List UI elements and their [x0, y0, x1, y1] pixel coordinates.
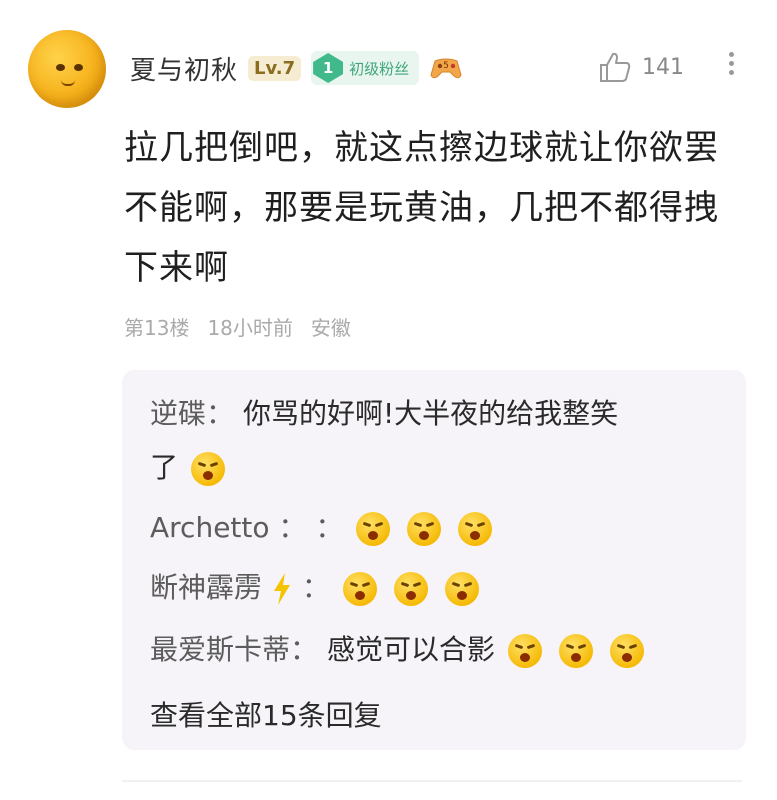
comment-location: 安徽 — [310, 316, 351, 340]
reply-text: 你骂的好啊!大半夜的给我整笑 — [242, 397, 619, 430]
floor-number: 第13楼 — [124, 316, 190, 340]
avatar[interactable] — [28, 30, 106, 108]
laughing-emoji-icon — [356, 512, 391, 546]
reply-text: 了 — [150, 451, 179, 484]
laughing-emoji-icon — [444, 572, 479, 606]
comment-text-line: 不能啊，那要是玩黄油，几把不都得拽 — [124, 188, 719, 228]
like-button[interactable]: 141 — [598, 50, 684, 84]
avatar-mouth — [61, 80, 75, 86]
thumbs-up-icon — [600, 52, 631, 82]
laughing-emoji-icon — [609, 634, 644, 668]
divider — [122, 780, 742, 782]
reply-colon: ： — [206, 397, 235, 430]
fan-gem-icon: 1 — [313, 53, 344, 83]
like-count: 141 — [642, 54, 684, 80]
laughing-emoji-icon — [407, 512, 442, 546]
reply-text: 感觉可以合影 — [326, 633, 495, 666]
reply-author[interactable]: Archetto — [150, 511, 270, 544]
laughing-emoji-icon — [507, 634, 542, 668]
username[interactable]: 夏与初秋 — [130, 50, 238, 87]
more-vertical-icon[interactable] — [724, 48, 738, 84]
reply-item[interactable]: 逆碟： 你骂的好啊!大半夜的给我整笑 — [150, 392, 618, 432]
laughing-emoji-icon — [342, 572, 377, 606]
reply-separator: ： — [301, 571, 330, 604]
svg-text:5: 5 — [443, 61, 449, 71]
comment-text: 拉几把倒吧，就这点擦边球就让你欲罢 不能啊，那要是玩黄油，几把不都得拽 下来啊 — [124, 118, 744, 298]
lightning-icon — [273, 573, 290, 605]
laughing-emoji-icon — [458, 512, 493, 546]
fan-badge[interactable]: 1 初级粉丝 — [311, 51, 420, 85]
comment-header: 夏与初秋 Lv.7 1 初级粉丝 5 — [130, 48, 463, 88]
comment-text-line: 拉几把倒吧，就这点擦边球就让你欲罢 — [124, 128, 719, 168]
avatar-eye-right — [74, 64, 83, 71]
comment-text-line: 下来啊 — [124, 248, 229, 288]
reply-item[interactable]: 最爱斯卡蒂： 感觉可以合影 — [150, 628, 648, 668]
laughing-emoji-icon — [190, 452, 225, 486]
laughing-emoji-icon — [393, 572, 428, 606]
laughing-emoji-icon — [558, 634, 593, 668]
reply-colon: ： — [315, 511, 344, 544]
reply-author[interactable]: 最爱斯卡蒂 — [150, 633, 290, 666]
reply-separator: ： — [278, 511, 307, 544]
reply-separator: ： — [290, 633, 319, 666]
comment-time: 18小时前 — [207, 316, 293, 340]
view-all-replies-link[interactable]: 查看全部15条回复 — [150, 694, 382, 734]
reply-item[interactable]: 断神霹雳 ： — [150, 566, 483, 606]
reply-item[interactable]: Archetto ： ： — [150, 506, 496, 546]
reply-box[interactable]: 逆碟： 你骂的好啊!大半夜的给我整笑 了 Archetto ： ： 断神霹雳 ：… — [122, 370, 746, 750]
gamepad-icon: 5 — [430, 58, 462, 79]
level-badge: Lv.7 — [248, 55, 302, 81]
comment-meta: 第13楼 18小时前 安徽 — [124, 312, 351, 341]
fan-badge-label: 初级粉丝 — [349, 59, 410, 78]
avatar-eye-left — [56, 64, 65, 71]
reply-item-continued: 了 — [150, 446, 229, 486]
reply-author[interactable]: 断神霹雳 — [150, 571, 262, 604]
reply-author[interactable]: 逆碟 — [150, 397, 206, 430]
